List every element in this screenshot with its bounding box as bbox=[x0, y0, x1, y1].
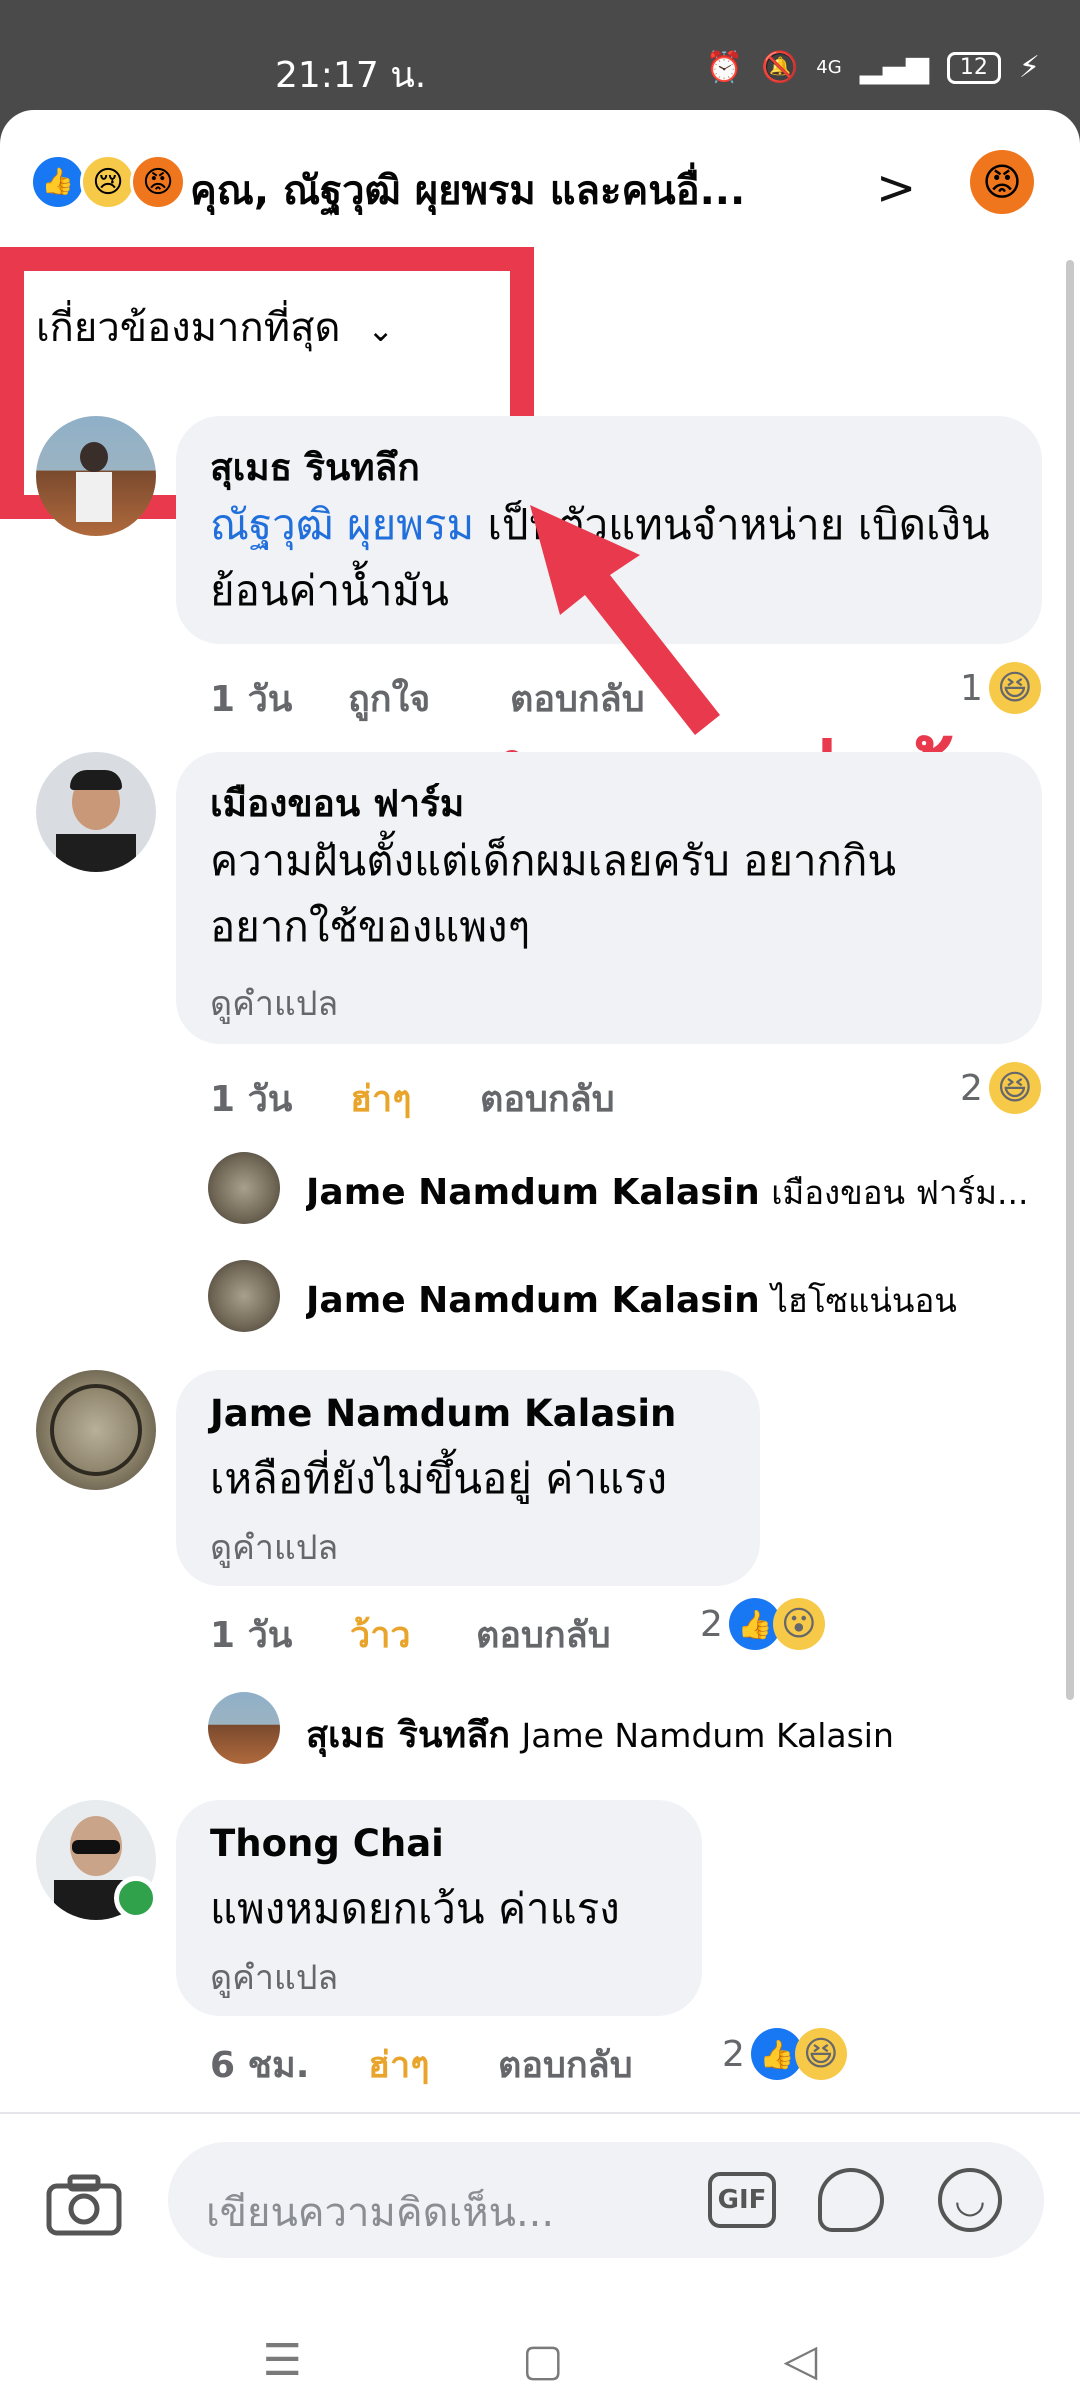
mute-icon: 🔕 bbox=[760, 50, 799, 85]
avatar[interactable] bbox=[208, 1152, 280, 1224]
menu-icon[interactable]: ☰ bbox=[263, 2335, 302, 2386]
chevron-right-icon[interactable]: > bbox=[876, 160, 916, 216]
reply-action[interactable]: ตอบกลับ bbox=[498, 2036, 633, 2093]
emoji-icon[interactable]: ◡ bbox=[938, 2168, 1002, 2232]
reply-preview[interactable]: สุเมธ รินทลึก Jame Namdum Kalasin bbox=[306, 1706, 1046, 1763]
reply-preview[interactable]: Jame Namdum Kalasin ไฮโซแน่นอน bbox=[306, 1274, 1046, 1327]
camera-icon[interactable] bbox=[46, 2174, 122, 2236]
reaction-count[interactable]: 2 👍 😆 bbox=[722, 2028, 847, 2080]
comment-text-line: ย้อนค่าน้ำมัน bbox=[210, 566, 449, 615]
reply-text: Jame Namdum Kalasin bbox=[521, 1716, 894, 1755]
comments-sheet: 👍 😢 😡 คุณ, ณัฐวุฒิ ผุยพรม และคนอื่... > … bbox=[0, 110, 1080, 2400]
comment-time: 1 วัน bbox=[210, 679, 293, 720]
haha-action[interactable]: ฮ่าๆ bbox=[350, 1070, 412, 1127]
reply-text: ไฮโซแน่นอน bbox=[771, 1281, 957, 1320]
status-time: 21:17 น. bbox=[275, 55, 427, 96]
comment-author[interactable]: Jame Namdum Kalasin bbox=[210, 1392, 676, 1435]
avatar[interactable] bbox=[208, 1692, 280, 1764]
comment-bubble[interactable]: Jame Namdum Kalasin เหลือที่ยังไม่ขึ้นอย… bbox=[176, 1370, 760, 1586]
charging-icon: ⚡ bbox=[1018, 50, 1040, 85]
see-translation-link[interactable]: ดูคำแปล bbox=[210, 1950, 338, 2004]
reply-author[interactable]: Jame Namdum Kalasin bbox=[306, 1280, 760, 1321]
online-indicator bbox=[114, 1876, 158, 1920]
home-icon[interactable]: ▢ bbox=[522, 2335, 564, 2386]
comment-author[interactable]: Thong Chai bbox=[210, 1822, 444, 1865]
comment-time: 1 วัน bbox=[210, 1079, 293, 1120]
avatar[interactable] bbox=[36, 416, 156, 536]
angry-reaction-button[interactable]: 😡 bbox=[970, 150, 1034, 214]
comment-text: ความฝันตั้งแต่เด็กผมเลยครับ อยากกิน อยาก… bbox=[210, 828, 1030, 960]
status-bar: 21:17 น. ⏰ 🔕 4G ▂▄▆ 12 ⚡ bbox=[0, 0, 1080, 110]
comment-time: 1 วัน bbox=[210, 1615, 293, 1656]
reply-action[interactable]: ตอบกลับ bbox=[476, 1606, 611, 1663]
wow-action[interactable]: ว้าว bbox=[350, 1606, 411, 1663]
reaction-count-number: 2 bbox=[700, 1603, 723, 1645]
avatar[interactable] bbox=[36, 1370, 156, 1490]
comment-composer: เขียนความคิดเห็น... GIF ◡ bbox=[0, 2112, 1080, 2314]
comment-text: เหลือที่ยังไม่ขึ้นอยู่ ค่าแรง bbox=[210, 1454, 668, 1503]
haha-action[interactable]: ฮ่าๆ bbox=[368, 2036, 430, 2093]
reply-action[interactable]: ตอบกลับ bbox=[480, 1070, 615, 1127]
comment-input[interactable]: เขียนความคิดเห็น... GIF ◡ bbox=[168, 2142, 1044, 2258]
reply-text: เมืองขอน ฟาร์ม... bbox=[771, 1173, 1029, 1212]
reaction-summary[interactable]: 👍 😢 😡 bbox=[30, 154, 186, 210]
haha-icon: 😆 bbox=[988, 662, 1041, 714]
comment-bubble[interactable]: Thong Chai แพงหมดยกเว้น ค่าแรง ดูคำแปล bbox=[176, 1800, 702, 2016]
comment-text-line: ความฝันตั้งแต่เด็กผมเลยครับ อยากกิน bbox=[210, 836, 897, 885]
reply-author[interactable]: สุเมธ รินทลึก bbox=[306, 1715, 510, 1756]
reaction-count-number: 2 bbox=[960, 1067, 983, 1109]
signal-icon: ▂▄▆ bbox=[859, 50, 929, 85]
reply-author[interactable]: Jame Namdum Kalasin bbox=[306, 1172, 760, 1213]
angry-icon: 😡 bbox=[130, 154, 186, 210]
reaction-count[interactable]: 2 😆 bbox=[960, 1062, 1041, 1114]
system-nav-bar: ☰ ▢ ◁ bbox=[0, 2320, 1080, 2400]
avatar[interactable] bbox=[208, 1260, 280, 1332]
comment-author[interactable]: สุเมธ รินทลึก bbox=[210, 438, 420, 497]
haha-icon: 😆 bbox=[794, 2028, 847, 2080]
gif-label: GIF bbox=[717, 2185, 767, 2215]
reaction-count-number: 2 bbox=[722, 2033, 745, 2075]
annotation-arrow bbox=[530, 505, 720, 735]
reactors-title[interactable]: คุณ, ณัฐวุฒิ ผุยพรม และคนอื่... bbox=[190, 158, 850, 222]
see-translation-link[interactable]: ดูคำแปล bbox=[210, 976, 338, 1030]
battery-icon: 12 bbox=[946, 51, 1001, 84]
avatar[interactable] bbox=[36, 752, 156, 872]
reply-preview[interactable]: Jame Namdum Kalasin เมืองขอน ฟาร์ม... bbox=[306, 1166, 1046, 1219]
sticker-icon[interactable] bbox=[818, 2168, 884, 2232]
reactions-header[interactable]: 👍 😢 😡 คุณ, ณัฐวุฒิ ผุยพรม และคนอื่... > … bbox=[0, 110, 1080, 250]
reaction-count-number: 1 bbox=[960, 667, 983, 709]
comment-text-line: อยากใช้ของแพงๆ bbox=[210, 902, 531, 951]
back-icon[interactable]: ◁ bbox=[784, 2335, 818, 2386]
status-icons: ⏰ 🔕 4G ▂▄▆ 12 ⚡ bbox=[706, 50, 1040, 85]
gif-button[interactable]: GIF bbox=[708, 2172, 776, 2228]
scrollbar[interactable] bbox=[1066, 260, 1074, 1700]
network-label: 4G bbox=[816, 57, 842, 78]
reaction-count[interactable]: 2 👍 😮 bbox=[700, 1598, 825, 1650]
like-icon: 👍 bbox=[30, 154, 86, 210]
comment-bubble[interactable]: เมืองขอน ฟาร์ม ความฝันตั้งแต่เด็กผมเลยคร… bbox=[176, 752, 1042, 1044]
comment-time: 6 ชม. bbox=[210, 2045, 310, 2086]
haha-icon: 😆 bbox=[988, 1062, 1041, 1114]
reaction-count[interactable]: 1 😆 bbox=[960, 662, 1041, 714]
wow-icon: 😮 bbox=[772, 1598, 825, 1650]
like-action[interactable]: ถูกใจ bbox=[348, 670, 430, 727]
sad-icon: 😢 bbox=[80, 154, 136, 210]
comment-author[interactable]: เมืองขอน ฟาร์ม bbox=[210, 774, 464, 833]
see-translation-link[interactable]: ดูคำแปล bbox=[210, 1520, 338, 1574]
mention-link[interactable]: ณัฐวุฒิ ผุยพรม bbox=[210, 500, 474, 549]
comment-placeholder: เขียนความคิดเห็น... bbox=[206, 2190, 555, 2236]
comment-text: แพงหมดยกเว้น ค่าแรง bbox=[210, 1884, 620, 1933]
alarm-icon: ⏰ bbox=[705, 50, 743, 85]
